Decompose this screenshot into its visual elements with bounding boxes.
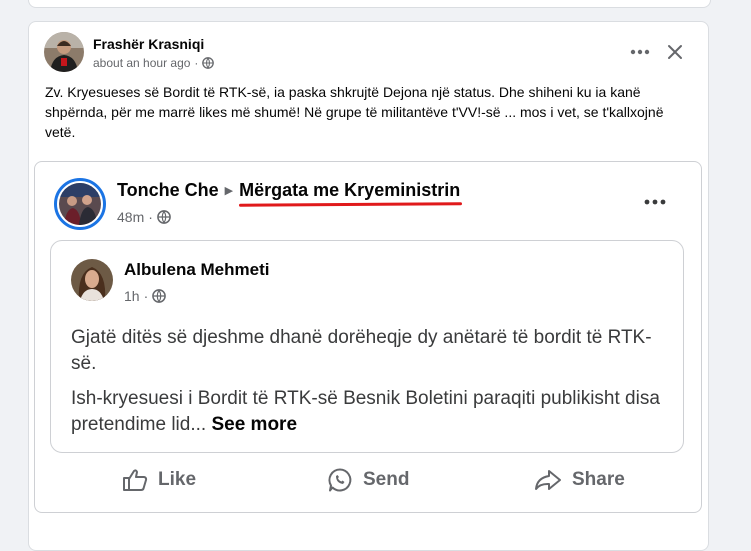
send-button[interactable]: Send (327, 460, 409, 500)
share-button[interactable]: Share (534, 460, 625, 500)
post-meta: about an hour ago · (93, 56, 215, 70)
author-avatar[interactable] (44, 32, 84, 72)
more-icon (630, 49, 650, 55)
post-close-button[interactable] (662, 40, 688, 64)
like-label: Like (158, 469, 197, 490)
shared-header: Tonche Che ▶ Mërgata me Kryeministrin (117, 180, 463, 207)
post-more-button[interactable] (627, 40, 653, 64)
inner-author-avatar[interactable] (71, 259, 113, 301)
like-button[interactable]: Like (122, 460, 196, 500)
group-name[interactable]: Mërgata me Kryeministrin (239, 180, 463, 207)
previous-post-card (28, 0, 711, 8)
meta-separator: · (194, 56, 199, 70)
see-more-link[interactable]: See more (211, 414, 297, 435)
inner-paragraph-1: Gjatë ditës së djeshme dhanë dorëheqje d… (71, 327, 652, 374)
shared-arrow-icon: ▶ (224, 185, 234, 197)
inner-paragraph-2: Ish-kryesuesi i Bordit të RTK-së Besnik … (71, 386, 671, 438)
inner-meta: 1h · (124, 288, 167, 304)
globe-icon (152, 289, 167, 303)
shared-more-button[interactable] (640, 190, 670, 214)
post-time[interactable]: about an hour ago (93, 56, 190, 70)
inner-paragraph-2-text: Ish-kryesuesi i Bordit të RTK-së Besnik … (71, 388, 660, 435)
author-name[interactable]: Frashër Krasniqi (93, 36, 204, 52)
close-icon (668, 45, 682, 59)
share-icon (535, 470, 561, 490)
share-label: Share (572, 469, 625, 490)
globe-icon (202, 57, 215, 69)
inner-author-name[interactable]: Albulena Mehmeti (124, 260, 269, 280)
shared-author-avatar[interactable] (54, 178, 106, 230)
shared-meta: 48m · (117, 209, 171, 225)
post-text: Zv. Kryesueses së Bordit të RTK-së, ia p… (45, 84, 664, 140)
group-name-text[interactable]: Mërgata me Kryeministrin (239, 180, 460, 200)
send-icon (328, 468, 352, 492)
shared-time[interactable]: 48m (117, 209, 144, 225)
like-icon (123, 469, 148, 491)
action-bar: Like Send Share (34, 460, 702, 500)
meta-separator: · (148, 209, 153, 225)
shared-author-name[interactable]: Tonche Che (117, 180, 219, 201)
meta-separator: · (143, 288, 149, 304)
inner-time[interactable]: 1h (124, 288, 140, 304)
send-label: Send (363, 469, 410, 490)
globe-icon (157, 210, 171, 224)
more-icon (644, 199, 666, 205)
